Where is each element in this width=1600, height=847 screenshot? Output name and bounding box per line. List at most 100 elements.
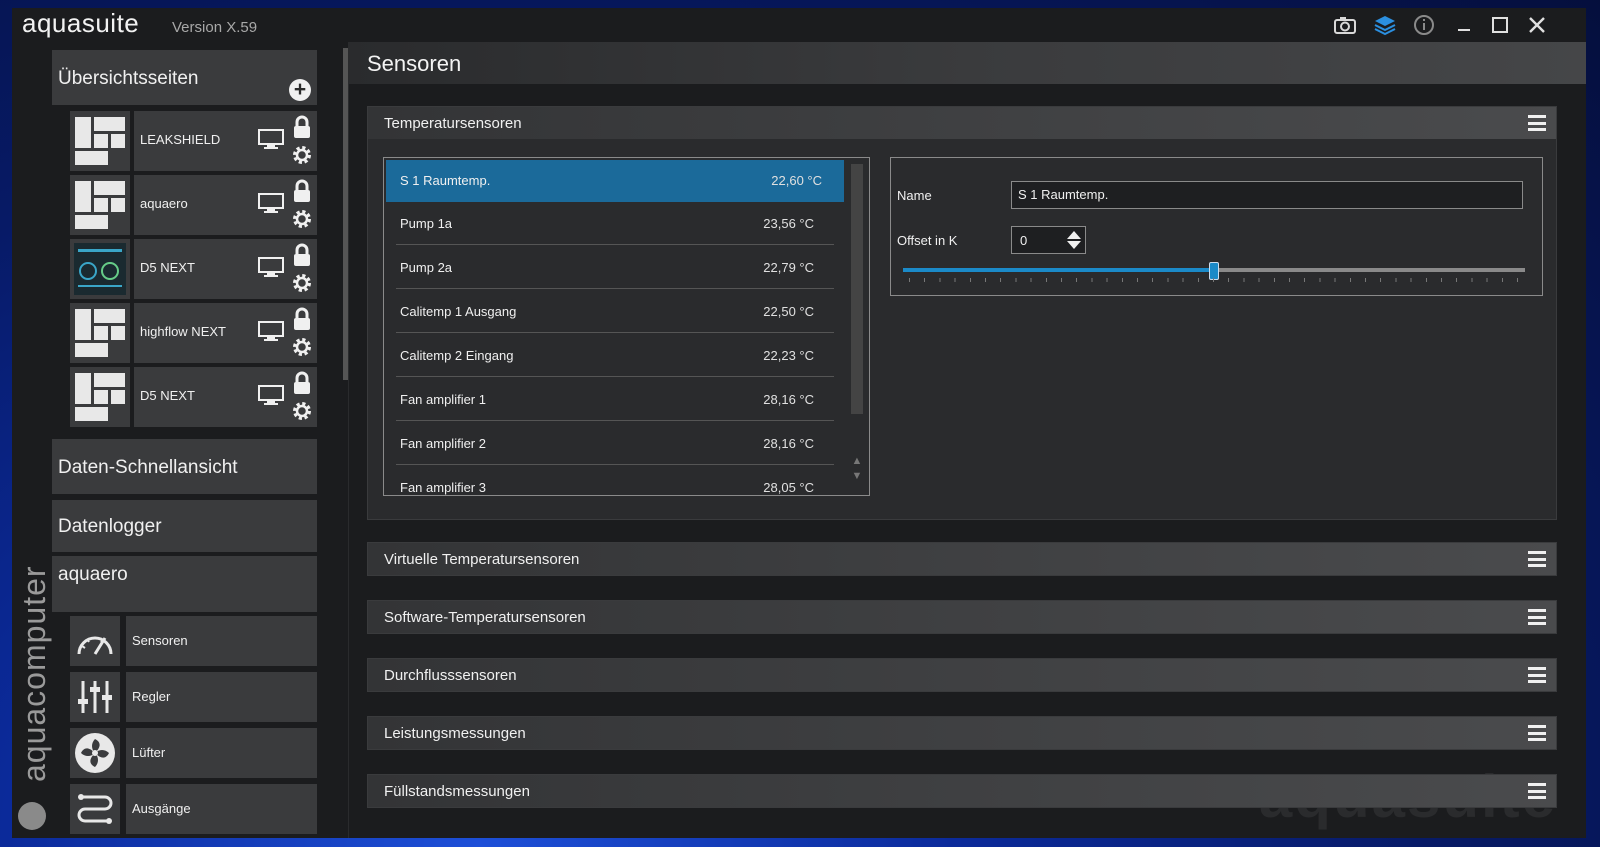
hamburger-menu-icon[interactable] bbox=[1528, 609, 1546, 625]
add-page-icon[interactable]: + bbox=[289, 79, 311, 101]
list-item[interactable]: Fan amplifier 3 28,05 °C bbox=[396, 467, 834, 495]
list-item[interactable]: Calitemp 1 Ausgang 22,50 °C bbox=[396, 291, 834, 333]
sensor-name: Calitemp 1 Ausgang bbox=[400, 304, 517, 319]
virtual-temp-sensors-panel[interactable]: Virtuelle Temperatursensoren bbox=[367, 542, 1557, 576]
panel-header[interactable]: Temperatursensoren bbox=[368, 107, 1556, 139]
camera-icon[interactable] bbox=[1330, 12, 1360, 38]
stepper-down-icon[interactable] bbox=[1067, 241, 1081, 249]
dashboard-tiles-icon bbox=[70, 367, 130, 427]
panel-header[interactable]: Virtuelle Temperatursensoren bbox=[368, 543, 1556, 575]
panel-header[interactable]: Software-Temperatursensoren bbox=[368, 601, 1556, 633]
sidebar-device-d5-next-2[interactable]: D5 NEXT bbox=[70, 367, 317, 427]
lock-icon[interactable] bbox=[292, 115, 312, 139]
monitor-icon[interactable] bbox=[258, 193, 284, 213]
flow-sensors-panel[interactable]: Durchflusssensoren bbox=[367, 658, 1557, 692]
lock-icon[interactable] bbox=[292, 243, 312, 267]
sensor-value: 28,05 °C bbox=[763, 480, 814, 495]
list-item[interactable]: Calitemp 2 Eingang 22,23 °C bbox=[396, 335, 834, 377]
layers-icon[interactable] bbox=[1370, 12, 1400, 38]
monitor-icon[interactable] bbox=[258, 385, 284, 405]
offset-stepper[interactable]: 0 bbox=[1011, 226, 1086, 254]
panel-header[interactable]: Leistungsmessungen bbox=[368, 717, 1556, 749]
sidebar-item-regler[interactable]: Regler bbox=[70, 672, 317, 722]
panel-title: Leistungsmessungen bbox=[384, 725, 526, 742]
list-item[interactable]: Pump 2a 22,79 °C bbox=[396, 247, 834, 289]
lock-icon[interactable] bbox=[292, 307, 312, 331]
sensor-value: 28,16 °C bbox=[763, 436, 814, 451]
offset-slider[interactable] bbox=[903, 262, 1525, 280]
hamburger-menu-icon[interactable] bbox=[1528, 115, 1546, 131]
sensor-value: 23,56 °C bbox=[763, 216, 814, 231]
sidebar-item-ausgaenge[interactable]: Ausgänge bbox=[70, 784, 317, 834]
hamburger-menu-icon[interactable] bbox=[1528, 725, 1546, 741]
sidebar-device-leakshield[interactable]: LEAKSHIELD bbox=[70, 111, 317, 171]
gear-icon[interactable] bbox=[290, 399, 314, 423]
device-section-label: aquaero bbox=[58, 564, 128, 585]
power-measurements-panel[interactable]: Leistungsmessungen bbox=[367, 716, 1557, 750]
hamburger-menu-icon[interactable] bbox=[1528, 551, 1546, 567]
panel-header[interactable]: Füllstandsmessungen bbox=[368, 775, 1556, 807]
gear-icon[interactable] bbox=[290, 207, 314, 231]
list-scrollbar[interactable] bbox=[851, 164, 863, 414]
sensor-list: S 1 Raumtemp. 22,60 °C Pump 1a 23,56 °C … bbox=[383, 157, 870, 496]
data-logger-label: Datenlogger bbox=[58, 516, 162, 537]
title-bar: aquasuite Version X.59 bbox=[12, 8, 1586, 42]
dashboard-preview-icon bbox=[70, 239, 130, 299]
monitor-icon[interactable] bbox=[258, 129, 284, 149]
sensor-value: 22,60 °C bbox=[771, 173, 822, 188]
sidebar-device-section-aquaero[interactable]: aquaero bbox=[52, 556, 317, 612]
sidebar-item-luefter[interactable]: Lüfter bbox=[70, 728, 317, 778]
sensor-detail-panel: Name S 1 Raumtemp. Offset in K 0 bbox=[890, 157, 1543, 296]
brand-rail: aquacomputer bbox=[12, 42, 52, 838]
monitor-icon[interactable] bbox=[258, 257, 284, 277]
overview-pages-header[interactable]: Übersichtsseiten + bbox=[52, 50, 317, 105]
lock-icon[interactable] bbox=[292, 371, 312, 395]
sensor-name: Fan amplifier 1 bbox=[400, 392, 486, 407]
sensor-value: 22,79 °C bbox=[763, 260, 814, 275]
offset-label: Offset in K bbox=[897, 233, 958, 248]
overview-pages-label: Übersichtsseiten bbox=[58, 68, 199, 89]
monitor-icon[interactable] bbox=[258, 321, 284, 341]
hamburger-menu-icon[interactable] bbox=[1528, 783, 1546, 799]
fill-level-panel[interactable]: Füllstandsmessungen bbox=[367, 774, 1557, 808]
list-item[interactable]: Fan amplifier 2 28,16 °C bbox=[396, 423, 834, 465]
sensor-name: Calitemp 2 Eingang bbox=[400, 348, 514, 363]
quick-view-label: Daten-Schnellansicht bbox=[58, 457, 238, 478]
panel-header[interactable]: Durchflusssensoren bbox=[368, 659, 1556, 691]
sidebar-device-aquaero[interactable]: aquaero bbox=[70, 175, 317, 235]
sidebar-item-quick-view[interactable]: Daten-Schnellansicht bbox=[52, 439, 317, 494]
maximize-icon[interactable] bbox=[1485, 12, 1515, 38]
list-item[interactable]: Fan amplifier 1 28,16 °C bbox=[396, 379, 834, 421]
hamburger-menu-icon[interactable] bbox=[1528, 667, 1546, 683]
software-temp-sensors-panel[interactable]: Software-Temperatursensoren bbox=[367, 600, 1557, 634]
outputs-icon bbox=[70, 784, 120, 834]
lock-icon[interactable] bbox=[292, 179, 312, 203]
sensor-name: Pump 1a bbox=[400, 216, 453, 231]
sidebar-item-sensoren[interactable]: Sensoren bbox=[70, 616, 317, 666]
list-item[interactable]: S 1 Raumtemp. 22,60 °C bbox=[386, 160, 844, 202]
gear-icon[interactable] bbox=[290, 335, 314, 359]
brand-logo-icon bbox=[18, 802, 46, 830]
sidebar-item-data-logger[interactable]: Datenlogger bbox=[52, 500, 317, 552]
scroll-arrows-icon[interactable]: ▲ ▼ bbox=[851, 454, 863, 484]
app-title: aquasuite bbox=[22, 8, 140, 38]
tool-label: Regler bbox=[132, 689, 171, 704]
gear-icon[interactable] bbox=[290, 271, 314, 295]
device-label: D5 NEXT bbox=[140, 388, 195, 403]
minimize-icon[interactable] bbox=[1449, 12, 1479, 38]
slider-fill bbox=[903, 268, 1214, 272]
gear-icon[interactable] bbox=[290, 143, 314, 167]
device-label: LEAKSHIELD bbox=[140, 132, 221, 147]
info-icon[interactable] bbox=[1409, 12, 1439, 38]
panel-title: Füllstandsmessungen bbox=[384, 783, 530, 800]
name-label: Name bbox=[897, 188, 932, 203]
sidebar-device-d5-next[interactable]: D5 NEXT bbox=[70, 239, 317, 299]
stepper-up-icon[interactable] bbox=[1067, 231, 1081, 239]
sidebar-device-highflow-next[interactable]: highflow NEXT bbox=[70, 303, 317, 363]
panel-title: Software-Temperatursensoren bbox=[384, 609, 586, 626]
name-field[interactable]: S 1 Raumtemp. bbox=[1011, 181, 1523, 209]
sidebar: Übersichtsseiten + LEAKSHIELD aquaero D5… bbox=[52, 48, 354, 838]
close-icon[interactable] bbox=[1522, 12, 1552, 38]
page-title: Sensoren bbox=[367, 51, 462, 76]
list-item[interactable]: Pump 1a 23,56 °C bbox=[396, 203, 834, 245]
